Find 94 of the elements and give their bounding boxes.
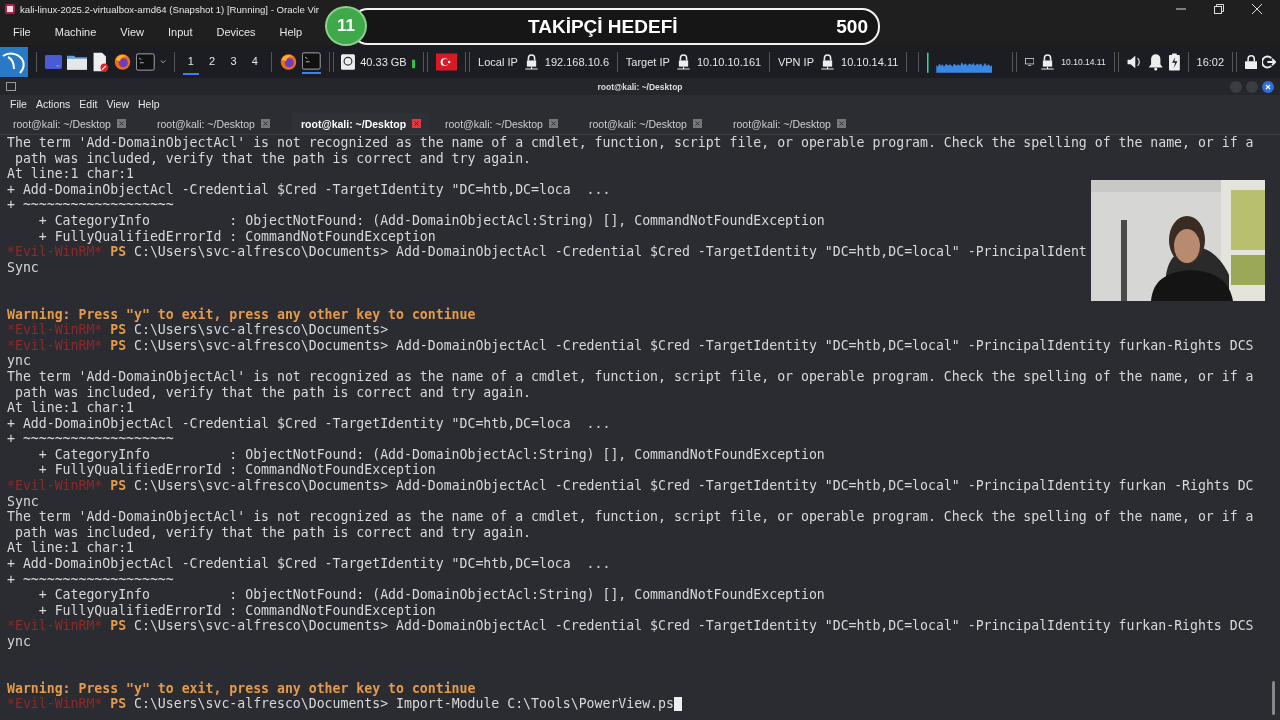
- prompt-label: PS: [110, 322, 127, 338]
- terminal-icon[interactable]: [136, 50, 155, 73]
- output-line: Sync: [7, 259, 39, 276]
- goal-label: TAKİPÇİ HEDEFİ: [528, 15, 678, 38]
- terminal-icon: [6, 82, 16, 91]
- prompt-label: PS: [110, 618, 127, 634]
- output-line: At line:1 char:1: [7, 540, 135, 557]
- output-line: + FullyQualifiedErrorId : CommandNotFoundException: [37, 228, 436, 245]
- prompt-label: PS: [110, 696, 127, 712]
- menu-item[interactable]: File: [13, 25, 31, 38]
- prompt-marker: *Evil-WinRM*: [7, 337, 103, 354]
- menu-item[interactable]: Input: [167, 25, 193, 38]
- menu-item[interactable]: Machine: [54, 25, 97, 38]
- output-line: + ~~~~~~~~~~~~~~~~~~~: [7, 571, 174, 588]
- output-line: path was included, verify that the path is correct and try again.: [13, 150, 531, 167]
- workspace-tab[interactable]: 3: [225, 48, 242, 75]
- ip-label: VPN IP: [777, 55, 814, 68]
- prompt-marker: *Evil-WinRM*: [7, 244, 103, 260]
- output-line: The term 'Add-DomainObjectAcl' is not recognized as the name of a cmdlet, function, script file, or operable program. Check the spelling of the name, or if a: [7, 509, 1254, 525]
- output-line: + CategoryInfo : ObjectNotFound: (Add-DomainObjectAcl:String) [], CommandNotFoundException: [37, 446, 825, 463]
- command-line: C:\Users\svc-alfresco\Documents> Add-DomainObjectAcl -Credential $Cred -TargetIdentity "DC=htb,DC=local" -PrincipalIdentity furkan-Rights DCS: [134, 337, 1254, 354]
- command-line: C:\Users\svc-alfresco\Documents> Import-Module C:\Tools\PowerView.ps: [134, 696, 674, 712]
- terminal-tab[interactable]: root@kali: ~/Desktop: [292, 113, 429, 134]
- prompt-marker: *Evil-WinRM*: [7, 322, 103, 338]
- command-line: C:\Users\svc-alfresco\Documents> Add-DomainObjectAcl -Credential $Cred -TargetIdentity "DC=htb,DC=local" -PrincipalIdentity furkan-Rights DCS: [134, 618, 1254, 634]
- command-line: C:\Users\svc-alfresco\Documents>: [134, 322, 389, 338]
- disk-space-text: 40.33 GB: [360, 55, 407, 68]
- prompt-label: PS: [110, 337, 127, 354]
- warning-line: Warning: Press "y" to exit, press any other key to continue: [7, 306, 476, 323]
- output-line: At line:1 char:1: [7, 400, 135, 416]
- output-line: path was included, verify that the path is correct and try again.: [13, 524, 531, 541]
- terminal-icon[interactable]: [301, 49, 321, 74]
- menu-item[interactable]: Help: [138, 98, 160, 110]
- ip-address: 10.10.14.11: [1061, 56, 1106, 67]
- prompt-label: PS: [110, 244, 127, 260]
- ip-address: 192.168.10.6: [544, 55, 610, 68]
- menu-item[interactable]: File: [10, 98, 27, 110]
- output-line: + Add-DomainObjectAcl -Credential $Cred -TargetIdentity "DC=htb,DC=loca ...: [7, 556, 611, 572]
- lock-icon[interactable]: [1244, 52, 1258, 71]
- menu-item[interactable]: View: [120, 25, 144, 38]
- output-line: + CategoryInfo : ObjectNotFound: (Add-DomainObjectAcl:String) [], CommandNotFoundException: [37, 587, 825, 603]
- output-line: The term 'Add-DomainObjectAcl' is not recognized as the name of a cmdlet, function, script file, or operable program. Check the spelling of the name, or if a: [7, 135, 1254, 151]
- terminal-tab[interactable]: root@kali: ~/Desktop: [148, 113, 285, 134]
- terminal-tab[interactable]: root@kali: ~/Desktop: [436, 113, 573, 134]
- app-icon: [4, 3, 16, 15]
- output-line: + ~~~~~~~~~~~~~~~~~~~: [7, 431, 174, 447]
- workspace-tab[interactable]: 1: [182, 48, 199, 75]
- ip-label: Local IP: [478, 55, 518, 68]
- output-line: Sync: [7, 493, 39, 510]
- terminal-tab[interactable]: root@kali: ~/Desktop: [724, 113, 861, 134]
- menu-item[interactable]: Devices: [216, 25, 256, 38]
- output-line: At line:1 char:1: [7, 166, 135, 182]
- command-line: C:\Users\svc-alfresco\Documents> Add-DomainObjectAcl -Credential $Cred -TargetIdentity "DC=htb,DC=local" -PrincipalIdent: [134, 244, 1087, 260]
- output-line: ync: [7, 634, 31, 650]
- menu-item[interactable]: View: [106, 98, 130, 110]
- prompt-marker: *Evil-WinRM*: [7, 478, 103, 494]
- window-icon[interactable]: [44, 52, 62, 71]
- close-icon[interactable]: [1262, 80, 1274, 93]
- ip-address: 10.10.14.11: [841, 55, 899, 68]
- menu-item[interactable]: Edit: [79, 98, 98, 110]
- display-icon: [1025, 56, 1035, 67]
- output-line: + ~~~~~~~~~~~~~~~~~~~: [7, 197, 174, 213]
- warning-line: Warning: Press "y" to exit, press any other key to continue: [7, 680, 476, 697]
- battery-icon[interactable]: [1168, 50, 1180, 73]
- goal-count: 500: [836, 15, 868, 38]
- output-line: ync: [7, 353, 31, 369]
- workspace-tab[interactable]: 4: [246, 48, 264, 75]
- workspace-tab[interactable]: 2: [203, 48, 221, 75]
- prompt-marker: *Evil-WinRM*: [7, 618, 103, 634]
- flag-icon: [435, 50, 458, 73]
- command-line: C:\Users\svc-alfresco\Documents> Add-DomainObjectAcl -Credential $Cred -TargetIdentity "DC=htb,DC=local" -PrincipalIdentity furkan -Rights DC: [134, 478, 1254, 494]
- scrollbar[interactable]: [1272, 681, 1275, 715]
- caret-icon[interactable]: [159, 58, 166, 65]
- hard-drive-icon: [341, 51, 356, 72]
- menu-item[interactable]: Help: [279, 25, 303, 38]
- output-line: + Add-DomainObjectAcl -Credential $Cred -TargetIdentity "DC=htb,DC=loca ...: [7, 415, 611, 432]
- restore-icon[interactable]: [1214, 4, 1224, 14]
- window-title: kali-linux-2025.2-virtualbox-amd64 (Snapshot 1) [Running] - Oracle Vir: [20, 3, 319, 15]
- clock-text: 16:02: [1196, 55, 1225, 68]
- output-line: + FullyQualifiedErrorId : CommandNotFoundException: [37, 462, 436, 479]
- output-line: + FullyQualifiedErrorId : CommandNotFoundException: [37, 602, 436, 619]
- output-line: + CategoryInfo : ObjectNotFound: (Add-DomainObjectAcl:String) [], CommandNotFoundException: [37, 212, 825, 229]
- terminal-tab[interactable]: root@kali: ~/Desktop: [4, 113, 141, 134]
- prompt-label: PS: [110, 478, 127, 494]
- output-line: + Add-DomainObjectAcl -Credential $Cred -TargetIdentity "DC=htb,DC=loca ...: [7, 181, 611, 198]
- window-title: root@kali: ~/Desktop: [597, 81, 683, 92]
- output-line: path was included, verify that the path is correct and try again.: [13, 384, 531, 401]
- close-icon[interactable]: [1252, 4, 1262, 14]
- prompt-marker: *Evil-WinRM*: [7, 696, 103, 712]
- terminal-tab[interactable]: root@kali: ~/Desktop: [580, 113, 717, 134]
- menu-item[interactable]: Actions: [35, 98, 71, 110]
- output-line: The term 'Add-DomainObjectAcl' is not recognized as the name of a cmdlet, function, script file, or operable program. Check the spelling of the name, or if a: [7, 368, 1254, 385]
- ip-label: Target IP: [625, 55, 670, 68]
- ip-address: 10.10.10.161: [696, 55, 762, 68]
